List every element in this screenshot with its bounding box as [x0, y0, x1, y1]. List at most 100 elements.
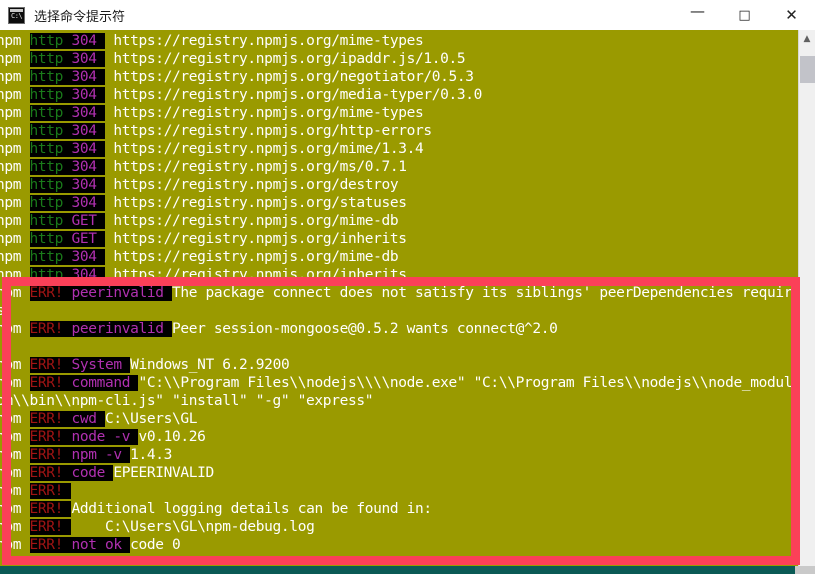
scroll-up-arrow-icon[interactable]: ▲ — [799, 30, 815, 47]
console-segment: https://registry.npmjs.org/ms/0.7.1 — [104, 159, 407, 175]
close-button[interactable]: ✕ — [768, 0, 815, 30]
console-segment: ERR! — [29, 447, 72, 463]
console-line: npm ERR! node -v v0.10.26 — [0, 428, 802, 446]
caption-button-group: — □ ✕ — [674, 0, 815, 30]
console-segment: 304 — [71, 69, 105, 85]
console-line: pm\\bin\\npm-cli.js" "install" "-g" "exp… — [0, 392, 802, 410]
console-segment: npm — [0, 123, 22, 139]
console-segment: 304 — [71, 123, 105, 139]
console-segment: https://registry.npmjs.org/mime-db — [104, 213, 399, 229]
console-segment: http — [29, 195, 72, 211]
console-line: npm ERR! C:\Users\GL\npm-debug.log — [0, 518, 802, 536]
console-segment: 304 — [71, 159, 105, 175]
console-segment: http — [29, 51, 72, 67]
console-line: npm http 304 https://registry.npmjs.org/… — [0, 122, 802, 140]
window-title-bar[interactable]: C:\ 选择命令提示符 — □ ✕ — [0, 0, 815, 31]
close-icon: ✕ — [785, 5, 798, 24]
scroll-up-glyph: ▲ — [803, 33, 811, 44]
console-segment: https://registry.npmjs.org/destroy — [104, 177, 399, 193]
console-segment: http — [29, 123, 72, 139]
console-segment: 304 — [71, 51, 105, 67]
console-line: npm ERR! Additional logging details can … — [0, 500, 802, 518]
console-line: npm http GET https://registry.npmjs.org/… — [0, 230, 802, 248]
console-segment: http — [29, 213, 72, 229]
desktop-bottom-strip — [0, 566, 815, 574]
console-segment: http — [29, 159, 72, 175]
console-segment: s! — [0, 303, 13, 319]
console-segment: npm — [0, 465, 22, 481]
console-segment: System — [71, 357, 131, 373]
desktop-bottom-strip-right — [795, 566, 815, 574]
maximize-icon: □ — [738, 7, 751, 23]
console-segment: 304 — [71, 195, 105, 211]
console-line: npm ERR! System Windows_NT 6.2.9200 — [0, 356, 802, 374]
console-segment: ERR! — [29, 357, 72, 373]
console-segment: http — [29, 69, 72, 85]
console-segment: npm — [0, 429, 22, 445]
console-line: npm http 304 https://registry.npmjs.org/… — [0, 248, 802, 266]
console-line: npm http 304 https://registry.npmjs.org/… — [0, 266, 802, 284]
console-segment: peerinvalid — [71, 321, 172, 337]
console-segment: 304 — [71, 105, 105, 121]
console-segment: https://registry.npmjs.org/http-errors — [104, 123, 432, 139]
console-segment: npm — [0, 411, 22, 427]
console-line: npm ERR! — [0, 482, 802, 500]
console-segment: ERR! — [29, 465, 72, 481]
console-segment: npm — [0, 321, 22, 337]
console-segment: cwd — [71, 411, 105, 427]
console-segment: ERR! — [29, 411, 72, 427]
vertical-scrollbar[interactable]: ▲ — [798, 30, 815, 566]
console-segment: https://registry.npmjs.org/media-typer/0… — [104, 87, 483, 103]
console-segment: GET — [71, 231, 105, 247]
console-segment: 304 — [71, 33, 105, 49]
console-segment: "C:\\Program Files\\nodejs\\\\node.exe" … — [138, 375, 815, 391]
console-segment: npm — [0, 519, 22, 535]
maximize-button[interactable]: □ — [721, 0, 768, 30]
console-segment: npm — [0, 51, 22, 67]
console-segment: npm -v — [71, 447, 131, 463]
console-segment: node -v — [71, 429, 139, 445]
console-segment: C:\Users\GL — [104, 411, 198, 427]
console-line: npm http 304 https://registry.npmjs.org/… — [0, 158, 802, 176]
window-title: 选择命令提示符 — [34, 9, 126, 25]
console-segment: npm — [0, 249, 22, 265]
console-segment: EPEERINVALID — [113, 465, 214, 481]
console-segment: ERR! — [29, 321, 72, 337]
console-segment: npm — [0, 141, 22, 157]
console-segment: npm — [0, 483, 22, 499]
console-segment: C:\Users\GL\npm-debug.log — [71, 519, 315, 535]
cmd-prompt-icon: C:\ — [8, 6, 25, 24]
console-segment: Windows_NT 6.2.9200 — [130, 357, 290, 373]
console-segment: https://registry.npmjs.org/ipaddr.js/1.0… — [104, 51, 466, 67]
console-segment: peerinvalid — [71, 285, 172, 301]
console-output-area[interactable]: npm http 304 https://registry.npmjs.org/… — [0, 30, 815, 566]
console-segment: http — [29, 87, 72, 103]
console-line: npm http 304 https://registry.npmjs.org/… — [0, 50, 802, 68]
console-segment: 304 — [71, 177, 105, 193]
minimize-icon: — — [690, 1, 705, 20]
console-segment: The package connect does not satisfy its… — [172, 285, 815, 301]
console-line: npm http 304 https://registry.npmjs.org/… — [0, 32, 802, 50]
console-segment: https://registry.npmjs.org/mime/1.3.4 — [104, 141, 424, 157]
console-line: npm http GET https://registry.npmjs.org/… — [0, 212, 802, 230]
console-line: npm http 304 https://registry.npmjs.org/… — [0, 104, 802, 122]
console-segment: npm — [0, 105, 22, 121]
console-segment: ERR! — [29, 537, 72, 553]
console-segment: pm\\bin\\npm-cli.js" "install" "-g" "exp… — [0, 393, 374, 409]
console-segment: code — [71, 465, 114, 481]
console-segment: npm — [0, 375, 22, 391]
console-segment: 304 — [71, 267, 105, 283]
console-segment: v0.10.26 — [138, 429, 206, 445]
console-segment: 304 — [71, 87, 105, 103]
console-segment: http — [29, 177, 72, 193]
console-segment: http — [29, 267, 72, 283]
console-segment: ERR! — [29, 483, 72, 499]
command-prompt-window: C:\ 选择命令提示符 — □ ✕ npm http 304 https://r… — [0, 0, 815, 574]
console-segment: npm — [0, 159, 22, 175]
console-line: npm ERR! npm -v 1.4.3 — [0, 446, 802, 464]
console-segment: http — [29, 231, 72, 247]
minimize-button[interactable]: — — [674, 0, 721, 30]
cmd-prompt-icon-label: C:\ — [11, 11, 23, 20]
scrollbar-thumb[interactable] — [800, 56, 815, 83]
console-text-buffer: npm http 304 https://registry.npmjs.org/… — [0, 32, 815, 554]
